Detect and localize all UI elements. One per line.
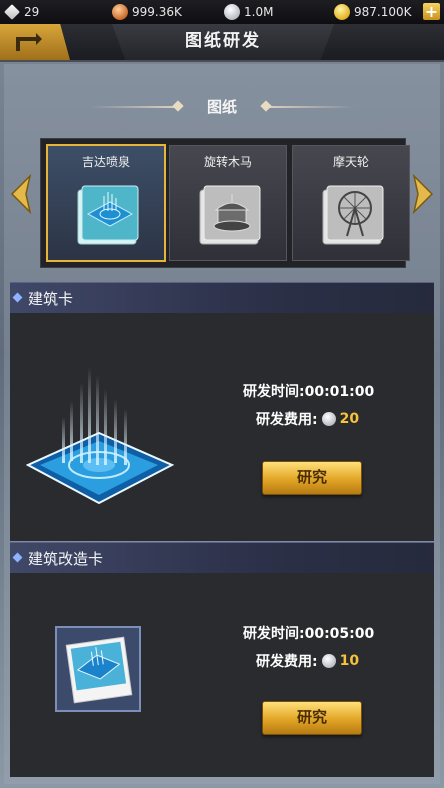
copper-coin-icon: [112, 4, 128, 20]
research-cost: 研发费用: 10: [256, 651, 359, 671]
copper-amount: 999.36K: [132, 5, 182, 19]
fountain-blueprint-icon: [77, 185, 139, 245]
next-arrow-button[interactable]: [410, 174, 436, 214]
gem-counter: 29: [4, 3, 39, 21]
upgrade-card-body: 研发时间:00:05:00 研发费用: 10 研究: [10, 573, 434, 777]
copper-counter: 999.36K: [112, 3, 182, 21]
research-cost: 研发费用: 20: [256, 409, 359, 429]
carousel-blueprint-icon: [199, 185, 261, 245]
back-button[interactable]: [0, 24, 70, 60]
blueprint-card-carousel[interactable]: 旋转木马: [169, 145, 287, 261]
add-currency-button[interactable]: +: [423, 3, 440, 20]
silver-coin-icon: [321, 412, 336, 426]
silver-counter: 1.0M: [224, 3, 273, 21]
blueprints-section-title: 图纸: [64, 96, 380, 118]
fountain-building-image: [26, 367, 175, 505]
blueprints-title-text: 图纸: [206, 98, 237, 116]
silver-amount: 1.0M: [244, 5, 274, 19]
title-divider-left: [90, 106, 180, 108]
resource-bar: 29 999.36K 1.0M 987.100K +: [0, 0, 444, 25]
research-cost-amount: 10: [339, 653, 360, 669]
gem-amount: 29: [24, 5, 40, 19]
diamond-bullet-icon: [12, 552, 23, 563]
blueprint-card-fountain[interactable]: 吉达喷泉: [46, 144, 166, 262]
upgrade-card-header: 建筑改造卡: [10, 542, 434, 574]
blueprint-card-ferris-wheel[interactable]: 摩天轮: [292, 145, 410, 261]
research-time-text: 研发时间:00:05:00: [243, 626, 375, 642]
building-card-title: 建筑卡: [28, 290, 74, 308]
blueprint-name: 吉达喷泉: [81, 155, 130, 169]
building-card-header: 建筑卡: [10, 282, 434, 314]
research-time-text: 研发时间:00:01:00: [243, 384, 375, 400]
gold-coin-icon: [334, 4, 350, 20]
building-card-body: 研发时间:00:01:00 研发费用: 20 研究: [10, 313, 434, 541]
title-divider-right: [264, 106, 354, 108]
silver-coin-icon: [224, 4, 240, 20]
blueprint-name: 摩天轮: [332, 155, 369, 169]
diamond-ornament-icon: [172, 100, 184, 112]
research-cost-label: 研发费用:: [256, 654, 318, 670]
blueprint-name: 旋转木马: [203, 155, 252, 169]
page-title: 图纸研发: [185, 31, 261, 51]
silver-coin-icon: [321, 654, 336, 668]
ferris-wheel-blueprint-icon: [322, 185, 384, 245]
research-cost-amount: 20: [339, 411, 360, 427]
title-bar: 图纸研发: [0, 24, 444, 62]
prev-arrow-button[interactable]: [8, 174, 34, 214]
gold-amount: 987.100K: [354, 5, 412, 19]
blueprint-carousel: 吉达喷泉 旋转木马 摩天轮: [40, 138, 410, 268]
research-upgrade-card-button[interactable]: 研究: [262, 701, 362, 735]
gold-counter: 987.100K: [334, 3, 412, 21]
back-arrow-icon: [16, 33, 42, 51]
research-building-card-button[interactable]: 研究: [262, 461, 362, 495]
upgrade-card-image: [55, 626, 141, 712]
diamond-bullet-icon: [12, 292, 23, 303]
upgrade-card-title: 建筑改造卡: [28, 550, 104, 568]
research-cost-label: 研发费用:: [256, 412, 318, 428]
gem-icon: [4, 4, 20, 20]
